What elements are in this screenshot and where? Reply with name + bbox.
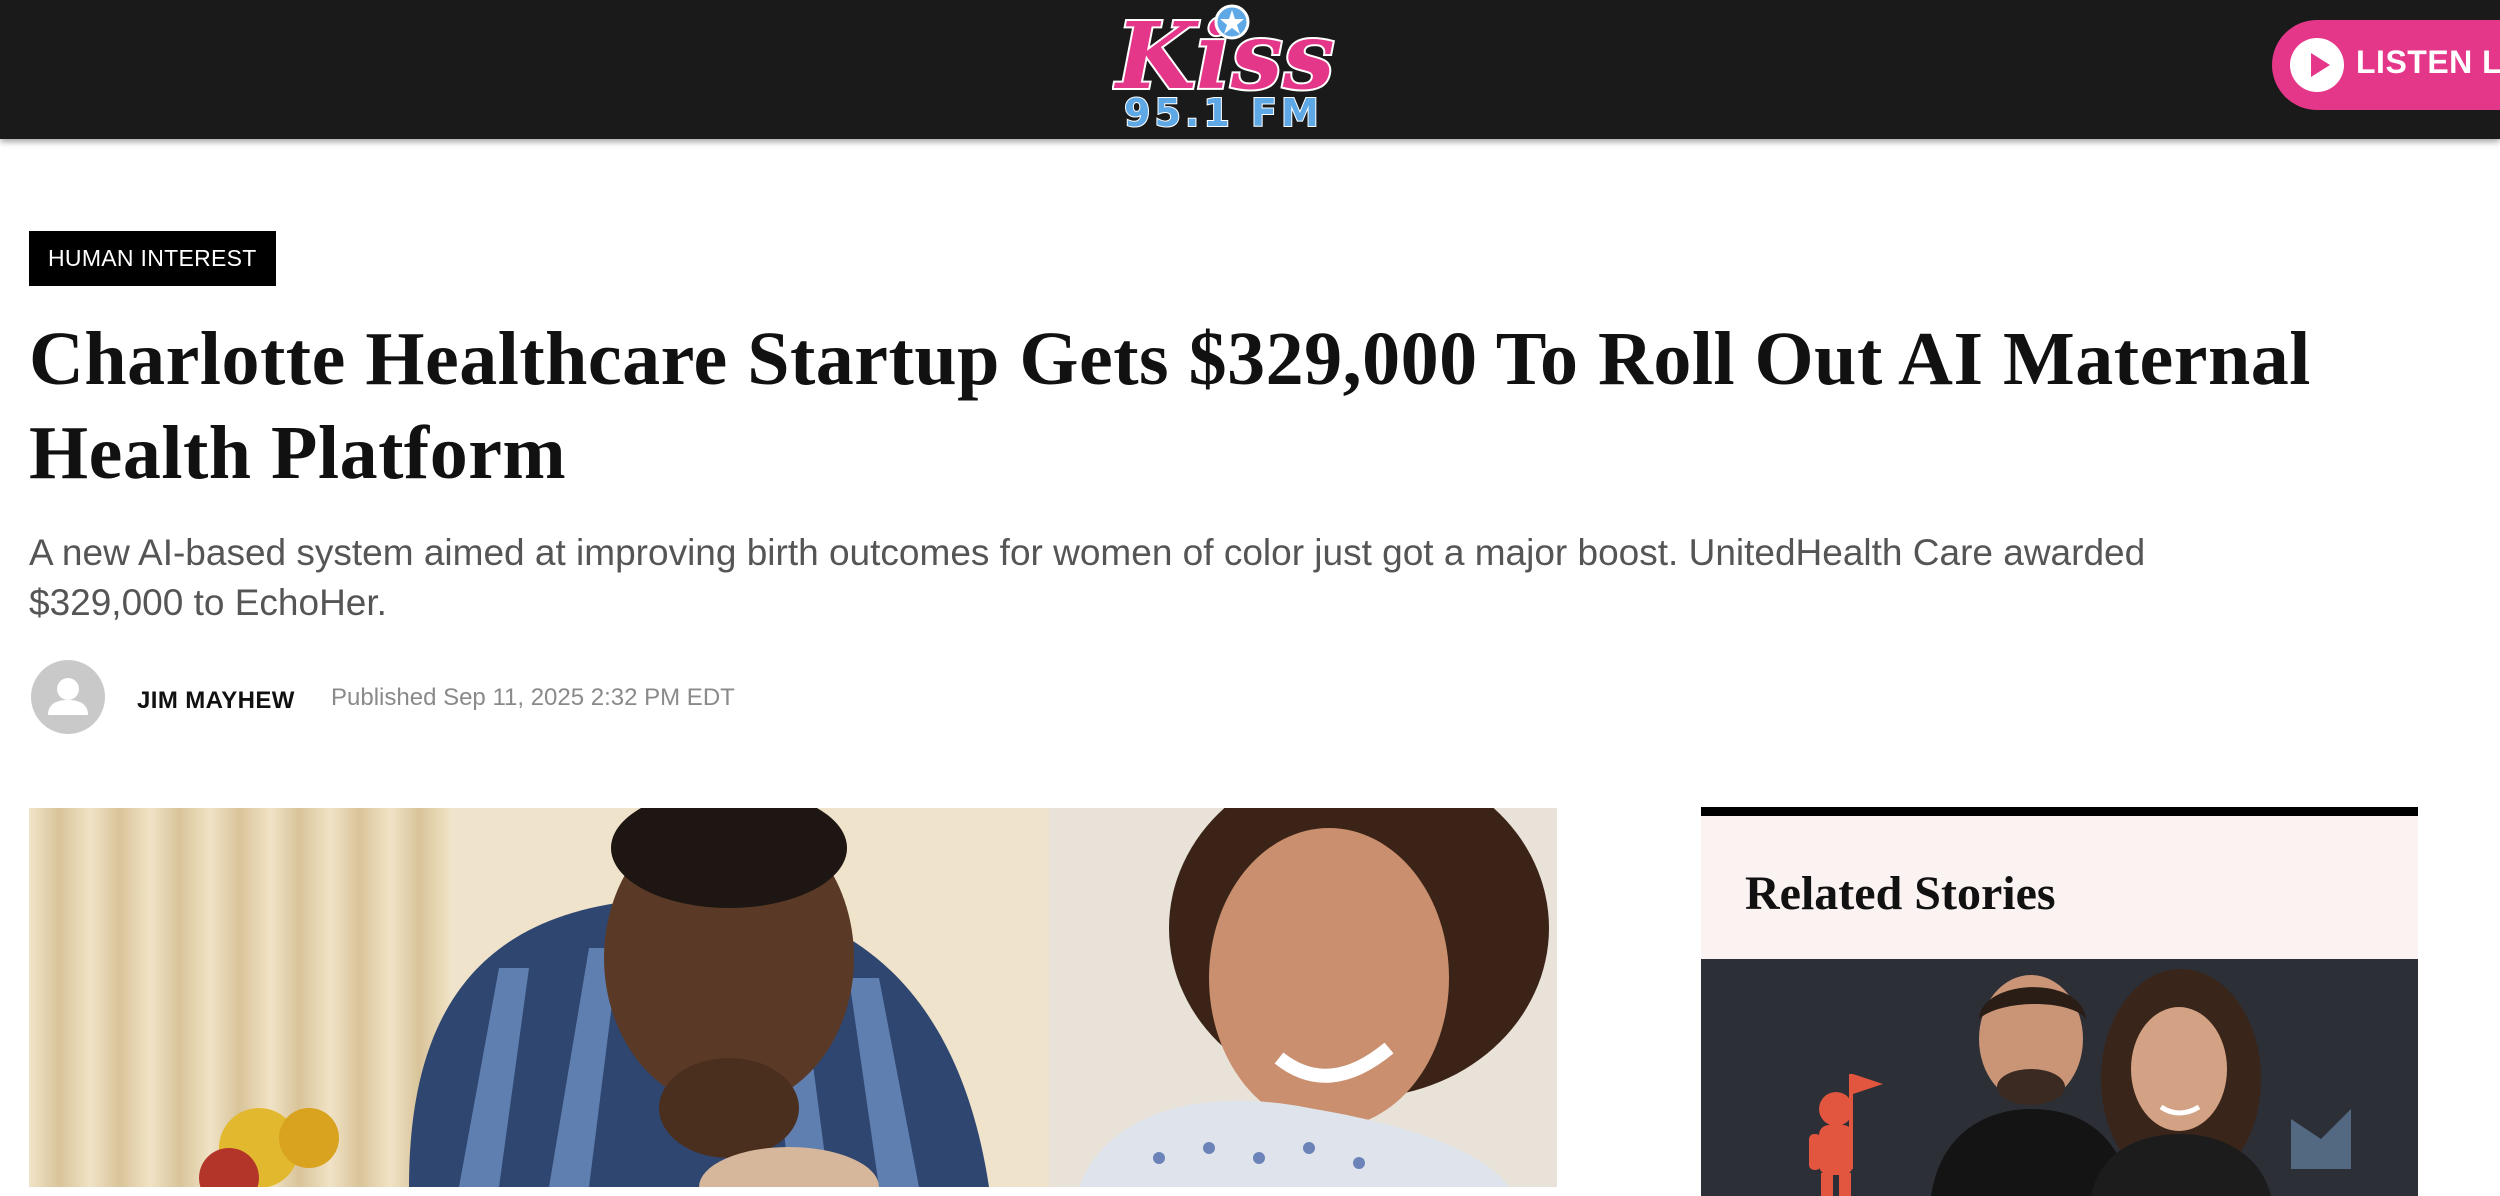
station-logo[interactable]: Kiss 95.1 FM xyxy=(1111,0,1337,136)
play-icon xyxy=(2290,38,2344,92)
listen-live-button[interactable]: LISTEN LI xyxy=(2272,20,2500,110)
related-stories-panel: Related Stories xyxy=(1701,807,2418,1196)
article-headline: Charlotte Healthcare Startup Gets $329,0… xyxy=(29,317,2311,495)
listen-live-label: LISTEN LI xyxy=(2356,44,2500,80)
author-name[interactable]: JIM MAYHEW xyxy=(137,687,295,715)
related-photo-illustration xyxy=(1701,959,2418,1196)
top-navigation-bar: Kiss 95.1 FM LISTEN LI xyxy=(0,0,2500,139)
kiss-logo-graphic: Kiss 95.1 FM xyxy=(1111,0,1337,136)
user-silhouette-icon xyxy=(48,678,88,715)
hero-photo-illustration xyxy=(29,808,1557,1187)
publish-date: Published Sep 11, 2025 2:32 PM EDT xyxy=(331,684,735,711)
article-subhead: A new AI-based system aimed at improving… xyxy=(29,532,2146,623)
category-tag[interactable]: HUMAN INTEREST xyxy=(29,231,276,286)
article-hero-image xyxy=(29,808,1557,1187)
logo-frequency: 95.1 FM xyxy=(1124,91,1323,132)
author-avatar xyxy=(31,660,105,734)
related-stories-title: Related Stories xyxy=(1745,867,2056,920)
related-story-image[interactable] xyxy=(1701,959,2418,1196)
logo-star-icon xyxy=(1214,4,1250,40)
